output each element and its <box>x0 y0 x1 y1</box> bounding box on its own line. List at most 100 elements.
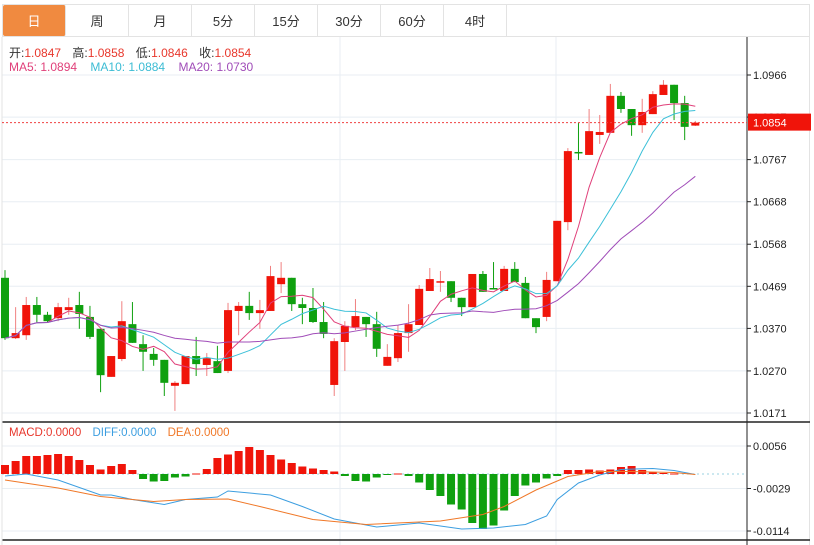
candle-body <box>128 324 137 343</box>
price-tick-label: 1.0568 <box>753 239 787 251</box>
candle <box>425 268 434 291</box>
candle-body <box>255 310 264 314</box>
price-tick-label: 1.0767 <box>753 155 787 167</box>
diff-line <box>4 467 696 530</box>
candle <box>75 291 84 329</box>
candle <box>351 299 360 331</box>
macd-bar <box>340 474 349 476</box>
candle-body <box>670 84 679 104</box>
macd-bar <box>330 471 339 474</box>
ma20-value: MA20: 1.0730 <box>178 60 254 74</box>
candle-body <box>447 281 456 298</box>
high-label: 高: <box>72 46 88 60</box>
macd-bar <box>43 455 52 474</box>
macd-bar <box>277 459 286 474</box>
candle <box>585 109 594 155</box>
macd-bar <box>489 474 498 526</box>
macd-bar <box>308 468 317 474</box>
candle-body <box>192 356 201 365</box>
macd-bar <box>542 474 551 479</box>
candle-body <box>648 94 657 115</box>
candle-body <box>638 111 647 126</box>
macd-bar <box>181 474 190 477</box>
macd-bar <box>436 474 445 496</box>
candle-body <box>351 316 360 328</box>
candle <box>447 281 456 303</box>
candle <box>362 316 371 337</box>
macd-bar <box>245 447 254 474</box>
current-price-label: 1.0854 <box>753 118 787 130</box>
macd-bar <box>478 474 487 529</box>
candle-body <box>1 277 9 339</box>
macd-bar <box>149 474 158 482</box>
macd-bar <box>393 473 402 475</box>
price-tick-label: 1.0668 <box>753 197 787 209</box>
close-value: 1.0854 <box>214 46 252 60</box>
candle-body <box>22 305 31 336</box>
macd-bar <box>160 474 169 481</box>
macd-bar <box>351 474 360 481</box>
macd-bar <box>107 466 116 474</box>
macd-tick-label: -0.0114 <box>753 526 790 538</box>
macd-bar <box>415 474 424 483</box>
macd-bar <box>192 473 201 475</box>
candle <box>521 276 530 319</box>
candle <box>308 288 317 323</box>
macd-bar <box>1 465 9 474</box>
macd-bar <box>447 474 456 505</box>
macd-tick-label: 0.0056 <box>753 441 787 453</box>
macd-bar <box>170 474 179 478</box>
candle-body <box>574 151 583 154</box>
candle <box>404 304 413 352</box>
macd-bar <box>670 473 679 475</box>
candle-body <box>563 151 572 223</box>
candle-body <box>43 314 52 322</box>
candle <box>648 91 657 115</box>
candle <box>415 285 424 325</box>
macd-bar <box>234 451 243 474</box>
candle-body <box>393 333 402 359</box>
macd-bar <box>139 474 148 479</box>
price-tick-label: 1.0469 <box>753 281 787 293</box>
macd-bar <box>319 470 328 474</box>
dea-value: DEA:0.0000 <box>167 427 230 439</box>
macd-bar <box>659 473 668 474</box>
ohlc-info: 开:1.0847 高:1.0858 低:1.0846 收:1.0854 <box>9 44 255 61</box>
candle-body <box>149 353 158 360</box>
macd-bar <box>255 450 264 474</box>
macd-bar <box>85 465 94 474</box>
macd-bar <box>563 470 572 474</box>
macd-bar <box>11 461 20 474</box>
candle-body <box>319 322 328 334</box>
open-label: 开: <box>9 46 25 60</box>
candle <box>468 273 477 308</box>
candle-body <box>330 341 339 385</box>
macd-bar <box>510 474 519 496</box>
diff-value: DIFF:0.0000 <box>92 427 157 439</box>
macd-bar <box>553 474 562 476</box>
macd-bar <box>32 456 41 474</box>
candle-body <box>606 95 615 133</box>
candle <box>128 302 137 343</box>
price-tick-label: 1.0171 <box>753 408 787 420</box>
candle <box>160 359 169 397</box>
candle-body <box>160 359 169 383</box>
candlestick-chart[interactable]: 1.09661.08671.07671.06681.05681.04691.03… <box>0 0 814 545</box>
macd-bar <box>383 474 392 475</box>
candle-body <box>425 279 434 291</box>
candle-body <box>170 382 179 386</box>
macd-bar <box>96 469 105 474</box>
candle-body <box>616 95 625 110</box>
candle-body <box>478 273 487 292</box>
open-value: 1.0847 <box>24 46 62 60</box>
candle-body <box>234 305 243 311</box>
candle-body <box>202 358 211 365</box>
candle <box>616 92 625 113</box>
candle-body <box>64 307 73 311</box>
macd-bar <box>117 464 126 474</box>
candle-body <box>436 281 445 283</box>
candle-body <box>340 325 349 343</box>
candle <box>85 305 94 340</box>
candle-body <box>266 276 275 311</box>
candle-body <box>542 279 551 317</box>
